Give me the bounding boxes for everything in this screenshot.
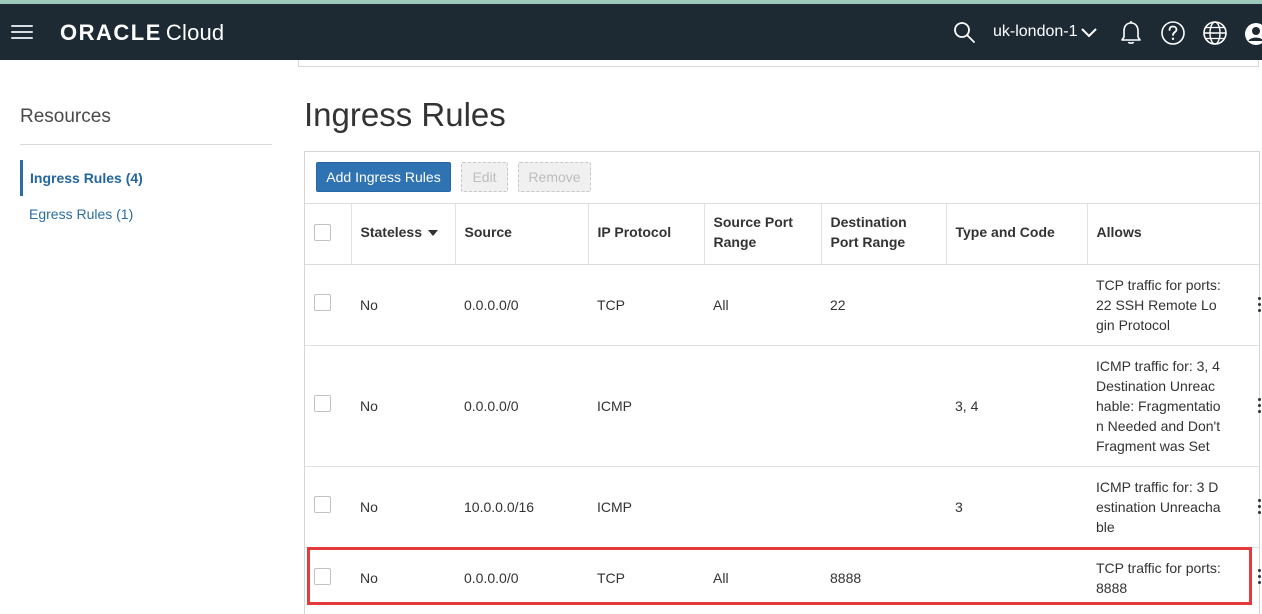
ingress-rules-card: Add Ingress Rules Edit Remove Stateless … [304, 151, 1262, 614]
row-checkbox[interactable] [314, 395, 331, 412]
allows-cell: ICMP traffic for: 3 Destination Unreacha… [1087, 466, 1262, 548]
table-row: No 10.0.0.0/16 ICMP 3 ICMP traffic for: … [305, 466, 1262, 548]
resources-divider [20, 144, 272, 145]
stateless-cell: No [351, 547, 455, 614]
source-cell: 0.0.0.0/0 [455, 345, 588, 467]
globe-icon[interactable] [1202, 20, 1228, 46]
column-header-source-port-range: Source Port Range [703, 203, 821, 265]
destination-port-range-cell: 8888 [821, 547, 946, 614]
allows-cell: ICMP traffic for: 3, 4 Destination Unrea… [1087, 345, 1262, 467]
sidebar-item-ingress-rules[interactable]: Ingress Rules (4) [20, 160, 270, 196]
chevron-down-icon[interactable] [1080, 27, 1098, 39]
row-checkbox[interactable] [314, 294, 331, 311]
table-row-highlighted: No 0.0.0.0/0 TCP All 8888 TCP traffic fo… [305, 547, 1262, 614]
user-icon[interactable] [1243, 21, 1262, 47]
allows-text: ICMP traffic for: 3, 4 Destination Unrea… [1096, 358, 1221, 454]
bell-icon[interactable] [1119, 20, 1143, 46]
column-header-destination-port-range: Destination Port Range [820, 203, 946, 265]
allows-cell: TCP traffic for ports: 22 SSH Remote Log… [1087, 264, 1262, 346]
table-row: No 0.0.0.0/0 ICMP 3, 4 ICMP traffic for:… [305, 345, 1262, 467]
brand-logo[interactable]: ORACLE Cloud [60, 20, 225, 45]
ip-protocol-cell: TCP [588, 264, 704, 346]
kebab-icon[interactable] [1258, 569, 1262, 585]
source-cell: 0.0.0.0/0 [455, 547, 588, 614]
kebab-icon[interactable] [1258, 398, 1262, 414]
kebab-icon[interactable] [1258, 499, 1262, 515]
ip-protocol-cell: ICMP [588, 345, 704, 467]
top-header: ORACLE Cloud uk-london-1 [0, 4, 1262, 60]
ip-protocol-cell: TCP [588, 547, 704, 614]
row-checkbox[interactable] [314, 568, 331, 585]
destination-port-range-cell [821, 466, 946, 548]
type-and-code-cell: 3, 4 [946, 345, 1087, 467]
page-title: Ingress Rules [304, 96, 506, 133]
source-cell: 0.0.0.0/0 [455, 264, 588, 346]
stateless-cell: No [351, 466, 455, 548]
select-all-checkbox[interactable] [314, 224, 331, 241]
row-select-cell [305, 547, 351, 614]
region-selector[interactable]: uk-london-1 [993, 23, 1078, 41]
stateless-cell: No [351, 345, 455, 467]
source-port-range-cell [704, 345, 821, 467]
allows-text: TCP traffic for ports: 8888 [1096, 560, 1221, 596]
row-checkbox[interactable] [314, 496, 331, 513]
source-port-range-cell [704, 466, 821, 548]
stateless-header-label: Stateless [360, 224, 422, 240]
sort-down-icon[interactable] [427, 230, 438, 237]
select-all-header [305, 203, 351, 265]
source-cell: 10.0.0.0/16 [455, 466, 588, 548]
column-header-allows: Allows [1086, 203, 1259, 265]
column-header-source: Source [454, 203, 588, 265]
type-and-code-cell [946, 547, 1087, 614]
source-port-range-cell: All [704, 547, 821, 614]
hamburger-icon[interactable] [11, 23, 33, 40]
destination-port-range-cell [821, 345, 946, 467]
allows-text: ICMP traffic for: 3 Destination Unreacha… [1096, 479, 1221, 535]
column-header-type-and-code: Type and Code [945, 203, 1087, 265]
row-select-cell [305, 264, 351, 346]
allows-text: TCP traffic for ports: 22 SSH Remote Log… [1096, 277, 1221, 333]
search-icon[interactable] [952, 20, 976, 44]
brand-cloud-text: Cloud [165, 20, 225, 45]
kebab-icon[interactable] [1258, 297, 1262, 313]
add-ingress-rules-button[interactable]: Add Ingress Rules [316, 162, 451, 192]
rules-table-wrapper: Stateless Source IP Protocol Source Port… [305, 203, 1262, 614]
table-header-row: Stateless Source IP Protocol Source Port… [305, 203, 1259, 265]
row-select-cell [305, 345, 351, 467]
destination-port-range-cell: 22 [821, 264, 946, 346]
column-header-stateless[interactable]: Stateless [350, 203, 455, 265]
stateless-cell: No [351, 264, 455, 346]
table-row: No 0.0.0.0/0 TCP All 22 TCP traffic for … [305, 264, 1262, 346]
brand-oracle-text: ORACLE [60, 20, 162, 45]
resources-title: Resources [20, 106, 111, 127]
remove-button[interactable]: Remove [518, 162, 591, 192]
row-select-cell [305, 466, 351, 548]
source-port-range-cell: All [704, 264, 821, 346]
type-and-code-cell: 3 [946, 466, 1087, 548]
ip-protocol-cell: ICMP [588, 466, 704, 548]
previous-card-edge [298, 60, 1259, 67]
edit-button[interactable]: Edit [461, 162, 508, 192]
help-icon[interactable] [1160, 20, 1186, 46]
sidebar-item-egress-rules[interactable]: Egress Rules (1) [20, 196, 270, 232]
ingress-rules-table: Stateless Source IP Protocol Source Port… [305, 203, 1262, 614]
allows-cell: TCP traffic for ports: 8888 [1087, 547, 1262, 614]
column-header-ip-protocol: IP Protocol [587, 203, 704, 265]
type-and-code-cell [946, 264, 1087, 346]
